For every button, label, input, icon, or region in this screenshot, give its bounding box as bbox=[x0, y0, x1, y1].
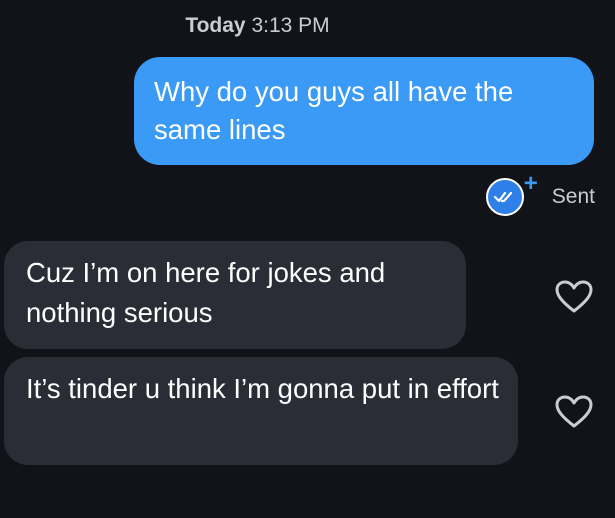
message-status: + Sent bbox=[485, 172, 595, 216]
plus-icon[interactable]: + bbox=[524, 172, 538, 196]
double-check-icon[interactable]: + bbox=[485, 172, 538, 216]
incoming-message-bubble[interactable]: Cuz I’m on here for jokes and nothing se… bbox=[4, 241, 466, 349]
incoming-message-text: It’s tinder u think I’m gonna put in eff… bbox=[26, 373, 499, 404]
chat-screen: Today 3:13 PM Why do you guys all have t… bbox=[0, 0, 615, 518]
outgoing-message-text: Why do you guys all have the same lines bbox=[154, 76, 514, 145]
double-check-glyph bbox=[493, 191, 512, 203]
incoming-message-bubble[interactable]: It’s tinder u think I’m gonna put in eff… bbox=[4, 357, 518, 465]
timestamp-time: 3:13 PM bbox=[251, 14, 330, 37]
heart-outline-icon[interactable] bbox=[555, 395, 593, 429]
heart-outline-icon[interactable] bbox=[555, 280, 593, 314]
timestamp-day: Today bbox=[185, 14, 246, 37]
outgoing-message-bubble[interactable]: Why do you guys all have the same lines bbox=[134, 57, 594, 165]
incoming-message-text: Cuz I’m on here for jokes and nothing se… bbox=[26, 257, 386, 328]
sent-status-label: Sent bbox=[551, 185, 595, 208]
message-timestamp: Today 3:13 PM bbox=[0, 14, 515, 38]
